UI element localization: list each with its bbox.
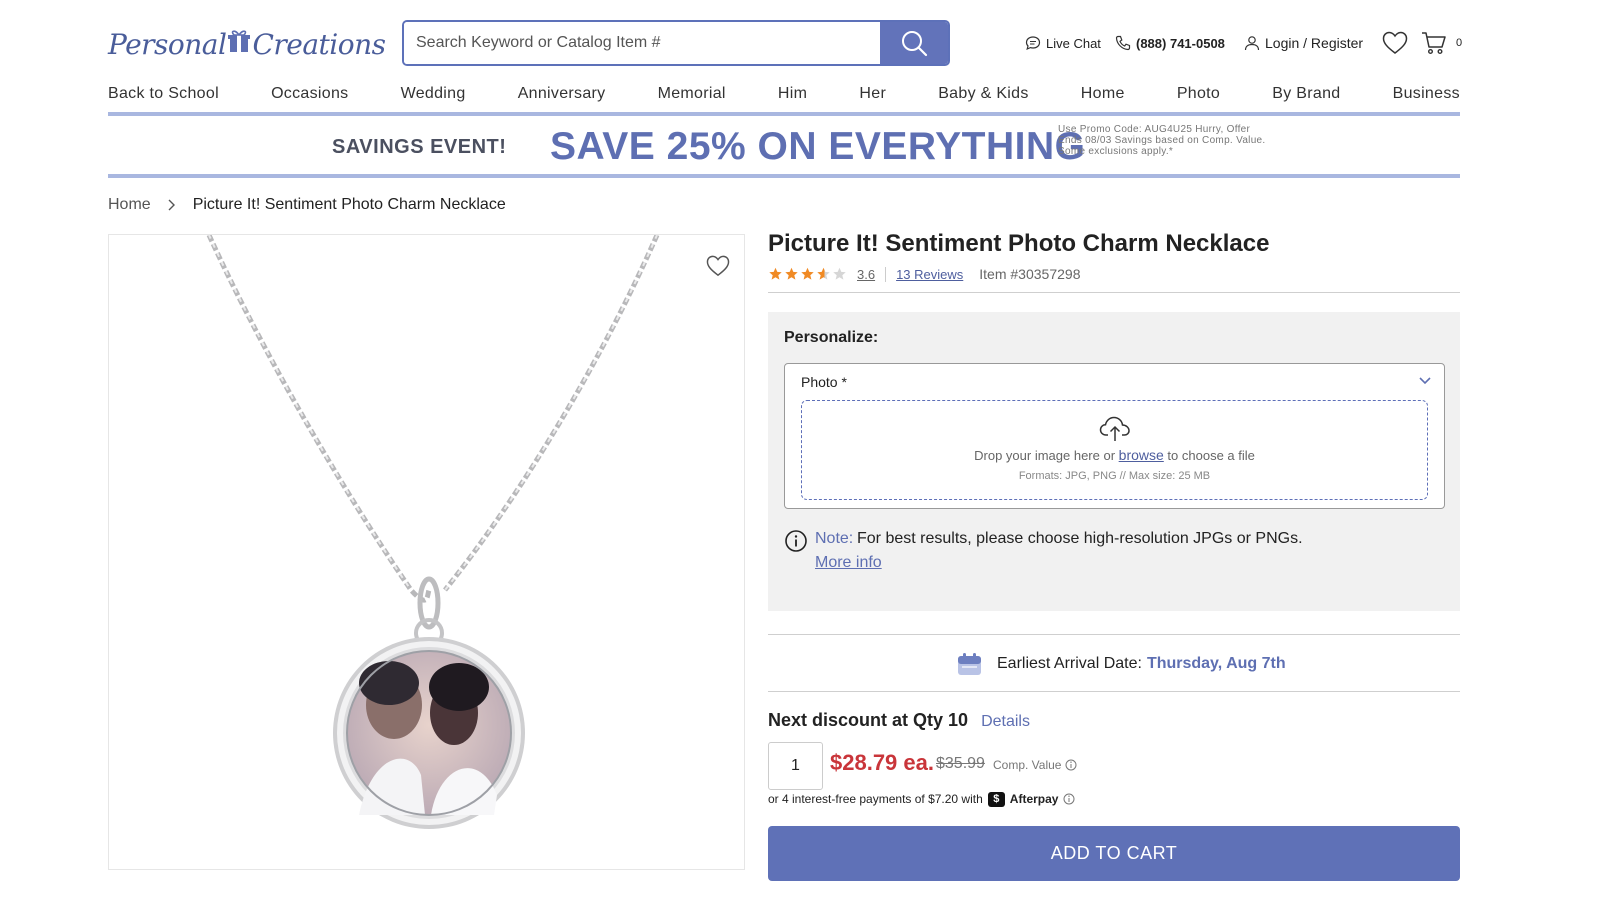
nav-item-wedding[interactable]: Wedding (401, 85, 466, 103)
arrival-label: Earliest Arrival Date: (997, 655, 1142, 672)
nav-item-memorial[interactable]: Memorial (658, 85, 726, 103)
add-to-favorites-button[interactable] (706, 255, 730, 279)
afterpay-name: Afterpay (1009, 792, 1059, 806)
afterpay-logo-icon: $ (987, 791, 1005, 807)
item-number: Item #30357298 (979, 266, 1081, 282)
info-icon[interactable] (1065, 759, 1077, 771)
next-discount-label: Next discount at Qty 10 (768, 710, 969, 730)
wishlist-button[interactable] (1382, 30, 1413, 56)
chevron-down-icon[interactable] (1418, 376, 1432, 386)
star-icon (769, 267, 782, 280)
nav-item-him[interactable]: Him (778, 85, 807, 103)
search-bar (402, 20, 950, 66)
add-to-cart-button[interactable]: ADD TO CART (768, 826, 1460, 881)
divider (768, 292, 1460, 293)
nav-item-anniversary[interactable]: Anniversary (518, 85, 606, 103)
login-register-label: Login / Register (1265, 35, 1364, 51)
star-icon (833, 267, 846, 280)
afterpay-text: or 4 interest-free payments of $7.20 wit… (768, 792, 983, 806)
comp-value-text: Comp. Value (993, 758, 1062, 772)
search-icon (902, 31, 928, 57)
dropzone-formats: Formats: JPG, PNG // Max size: 25 MB (1018, 470, 1211, 482)
phone-icon (1115, 35, 1131, 51)
note-label: Note: (815, 530, 854, 547)
cart-button[interactable]: 0 (1421, 30, 1462, 56)
promo-banner-headline: SAVE 25% ON EVERYTHING (550, 125, 1086, 168)
arrival-date-value: Thursday, Aug 7th (1146, 655, 1286, 672)
cart-count: 0 (1456, 37, 1463, 49)
phone-link[interactable]: (888) 741-0508 (1115, 30, 1225, 56)
info-icon[interactable] (1063, 793, 1075, 805)
promo-banner[interactable]: SAVINGS EVENT! SAVE 25% ON EVERYTHING Us… (108, 112, 1460, 178)
phone-number: (888) 741-0508 (1136, 35, 1225, 51)
nav-item-home[interactable]: Home (1081, 85, 1125, 103)
chevron-right-icon (168, 199, 175, 211)
gift-icon (228, 30, 251, 52)
star-icon (817, 267, 830, 280)
photo-dropzone[interactable]: Drop your image here or browse to choose… (801, 400, 1428, 500)
personalize-label: Personalize: (784, 329, 879, 346)
heart-icon (1382, 31, 1408, 54)
main-nav: Back to School Occasions Wedding Anniver… (108, 82, 1460, 106)
dropzone-text-before: Drop your image here or (974, 448, 1116, 463)
divider (768, 691, 1460, 692)
user-icon (1244, 36, 1260, 51)
dropzone-instructions: Drop your image here or browse to choose… (802, 447, 1427, 463)
personalize-panel: Personalize: Photo * Drop your image her… (768, 312, 1460, 611)
comp-value-label: Comp. Value (993, 758, 1077, 772)
browse-link[interactable]: browse (1119, 447, 1164, 463)
dropzone-text-after: to choose a file (1167, 448, 1255, 463)
sale-price: $28.79 ea. (830, 750, 934, 775)
cart-icon (1422, 32, 1446, 55)
breadcrumb-home[interactable]: Home (108, 196, 151, 214)
note-text: For best results, please choose high-res… (857, 530, 1303, 547)
live-chat-label: Live Chat (1046, 35, 1101, 51)
product-title: Picture It! Sentiment Photo Charm Neckla… (768, 230, 1270, 257)
photo-upload-field: Photo * Drop your image here or browse t… (784, 363, 1445, 509)
promo-banner-fine-print: Use Promo Code: AUG4U25 Hurry, Offer End… (1058, 124, 1266, 157)
afterpay-info: or 4 interest-free payments of $7.20 wit… (768, 790, 1075, 808)
product-image[interactable] (108, 234, 745, 870)
calendar-icon (958, 653, 981, 675)
logo-text-personal: Personal (108, 27, 227, 61)
discount-details-link[interactable]: Details (981, 713, 1030, 730)
nav-item-back-to-school[interactable]: Back to School (108, 85, 219, 103)
chat-icon (1025, 36, 1041, 51)
cloud-upload-icon (1099, 416, 1130, 441)
breadcrumb: Home Picture It! Sentiment Photo Charm N… (108, 195, 506, 215)
nav-item-her[interactable]: Her (859, 85, 886, 103)
info-icon (785, 530, 807, 552)
star-rating[interactable] (768, 267, 847, 281)
site-logo[interactable]: Personal Creations (108, 24, 386, 64)
quantity-input[interactable] (768, 742, 823, 790)
necklace-photo (206, 235, 660, 829)
live-chat-link[interactable]: Live Chat (1025, 30, 1101, 56)
breadcrumb-current: Picture It! Sentiment Photo Charm Neckla… (192, 196, 506, 213)
nav-item-occasions[interactable]: Occasions (271, 85, 348, 103)
divider (768, 634, 1460, 635)
rating-row: 3.6 13 Reviews Item #30357298 (768, 264, 1080, 284)
nav-item-photo[interactable]: Photo (1177, 85, 1220, 103)
photo-field-label: Photo * (801, 374, 847, 390)
search-input[interactable] (404, 22, 880, 64)
nav-item-baby-kids[interactable]: Baby & Kids (938, 85, 1028, 103)
logo-text-creations: Creations (252, 27, 386, 61)
search-button[interactable] (880, 22, 948, 64)
arrival-date: Earliest Arrival Date: Thursday, Aug 7th (957, 651, 1286, 677)
next-discount: Next discount at Qty 10 Details (768, 710, 1030, 731)
nav-item-business[interactable]: Business (1393, 85, 1460, 103)
more-info-link[interactable]: More info (815, 554, 882, 572)
rating-value[interactable]: 3.6 (857, 266, 887, 282)
star-icon (785, 267, 798, 280)
heart-icon (706, 255, 730, 277)
login-register-link[interactable]: Login / Register (1244, 30, 1363, 56)
promo-banner-label: SAVINGS EVENT! (332, 136, 507, 158)
star-icon (801, 267, 814, 280)
reviews-link[interactable]: 13 Reviews (896, 267, 963, 282)
comp-price: $35.99 (936, 755, 985, 772)
nav-item-by-brand[interactable]: By Brand (1272, 85, 1340, 103)
